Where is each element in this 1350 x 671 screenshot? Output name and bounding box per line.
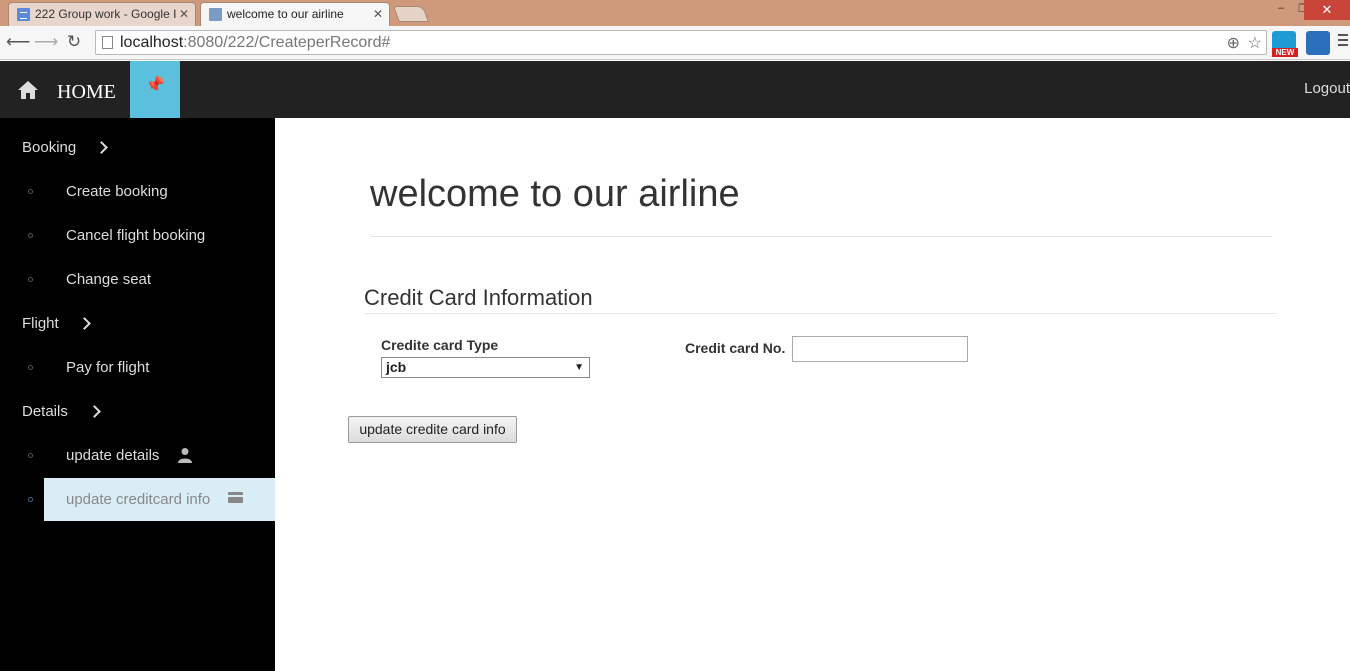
sidebar-item-create-booking[interactable]: Create booking — [66, 183, 168, 200]
top-navbar: HOME 📌 Logout — [0, 61, 1350, 118]
card-type-select[interactable]: jcb ▼ — [381, 357, 590, 378]
docs-icon — [17, 8, 30, 21]
url-host: localhost — [120, 34, 184, 51]
home-link[interactable]: HOME — [57, 81, 116, 104]
card-type-value: jcb — [386, 359, 407, 375]
divider — [364, 313, 1277, 314]
window-close-button[interactable]: ✕ — [1304, 0, 1350, 20]
tab-title: welcome to our airline — [227, 7, 344, 21]
plane-favicon-icon — [209, 8, 222, 21]
update-card-button[interactable]: update credite card info — [348, 416, 517, 443]
browser-tab-group-work[interactable]: 222 Group work - Google I ✕ — [8, 2, 196, 26]
bullet-icon — [28, 453, 33, 458]
star-icon[interactable]: ☆ — [1248, 33, 1262, 53]
dropdown-arrow-icon: ▼ — [574, 362, 584, 373]
form-legend: Credit Card Information — [364, 285, 593, 310]
pin-icon: 📌 — [145, 77, 165, 94]
card-number-input[interactable] — [792, 336, 968, 362]
browser-tab-airline[interactable]: welcome to our airline ✕ — [200, 2, 390, 26]
bullet-icon — [28, 189, 33, 194]
sidebar-item-cancel-flight-booking[interactable]: Cancel flight booking — [66, 227, 205, 244]
browser-toolbar: ⟵ ⟶ ↻ localhost:8080/222/CreateperRecord… — [0, 26, 1350, 60]
credit-card-icon — [228, 492, 243, 503]
tab-title: 222 Group work - Google I — [35, 7, 177, 21]
main-content: welcome to our airline Credit Card Infor… — [275, 118, 1350, 671]
page-icon — [102, 36, 113, 49]
divider — [370, 236, 1272, 237]
page-title: welcome to our airline — [370, 173, 740, 215]
sidebar-section-booking[interactable]: Booking — [22, 139, 76, 156]
sidebar: Booking Create booking Cancel flight boo… — [0, 118, 275, 671]
extension-icon[interactable]: NEW — [1272, 31, 1298, 57]
close-icon[interactable]: ✕ — [179, 3, 189, 25]
reload-icon[interactable]: ↻ — [63, 31, 85, 53]
sidebar-item-update-details[interactable]: update details — [66, 447, 159, 464]
bullet-icon — [28, 277, 33, 282]
pin-button[interactable]: 📌 — [130, 61, 180, 118]
close-icon[interactable]: ✕ — [373, 3, 383, 25]
address-bar[interactable]: localhost:8080/222/CreateperRecord# ⊕ ☆ — [95, 30, 1267, 55]
url-path: :8080/222/CreateperRecord# — [183, 34, 391, 51]
url-text: localhost:8080/222/CreateperRecord# — [120, 34, 390, 52]
new-tab-button[interactable] — [393, 6, 429, 22]
card-type-label: Credite card Type — [381, 337, 499, 353]
zoom-icon[interactable]: ⊕ — [1227, 33, 1240, 53]
forward-arrow-icon[interactable]: ⟶ — [34, 31, 58, 53]
sidebar-item-update-creditcard-info[interactable]: update creditcard info — [44, 478, 275, 521]
menu-icon[interactable] — [1338, 34, 1348, 49]
card-number-label: Credit card No. — [685, 340, 786, 356]
user-icon — [178, 448, 192, 463]
back-arrow-icon[interactable]: ⟵ — [6, 31, 30, 53]
minimize-button[interactable]: – — [1270, 2, 1292, 14]
sidebar-section-flight[interactable]: Flight — [22, 315, 59, 332]
sidebar-item-label: update creditcard info — [66, 491, 211, 508]
sidebar-item-change-seat[interactable]: Change seat — [66, 271, 151, 288]
chevron-right-icon[interactable] — [95, 141, 108, 154]
bullet-icon — [28, 233, 33, 238]
bullet-icon — [28, 497, 33, 502]
logout-link[interactable]: Logout — [1304, 80, 1350, 97]
extension-badge: NEW — [1272, 48, 1298, 57]
sidebar-section-details[interactable]: Details — [22, 403, 68, 420]
ie-tab-icon[interactable] — [1306, 31, 1330, 55]
bullet-icon — [28, 365, 33, 370]
chevron-right-icon[interactable] — [88, 405, 101, 418]
home-icon[interactable] — [17, 80, 39, 100]
sidebar-item-pay-for-flight[interactable]: Pay for flight — [66, 359, 149, 376]
chevron-right-icon[interactable] — [78, 317, 91, 330]
browser-tabstrip: 222 Group work - Google I ✕ welcome to o… — [0, 0, 1350, 26]
